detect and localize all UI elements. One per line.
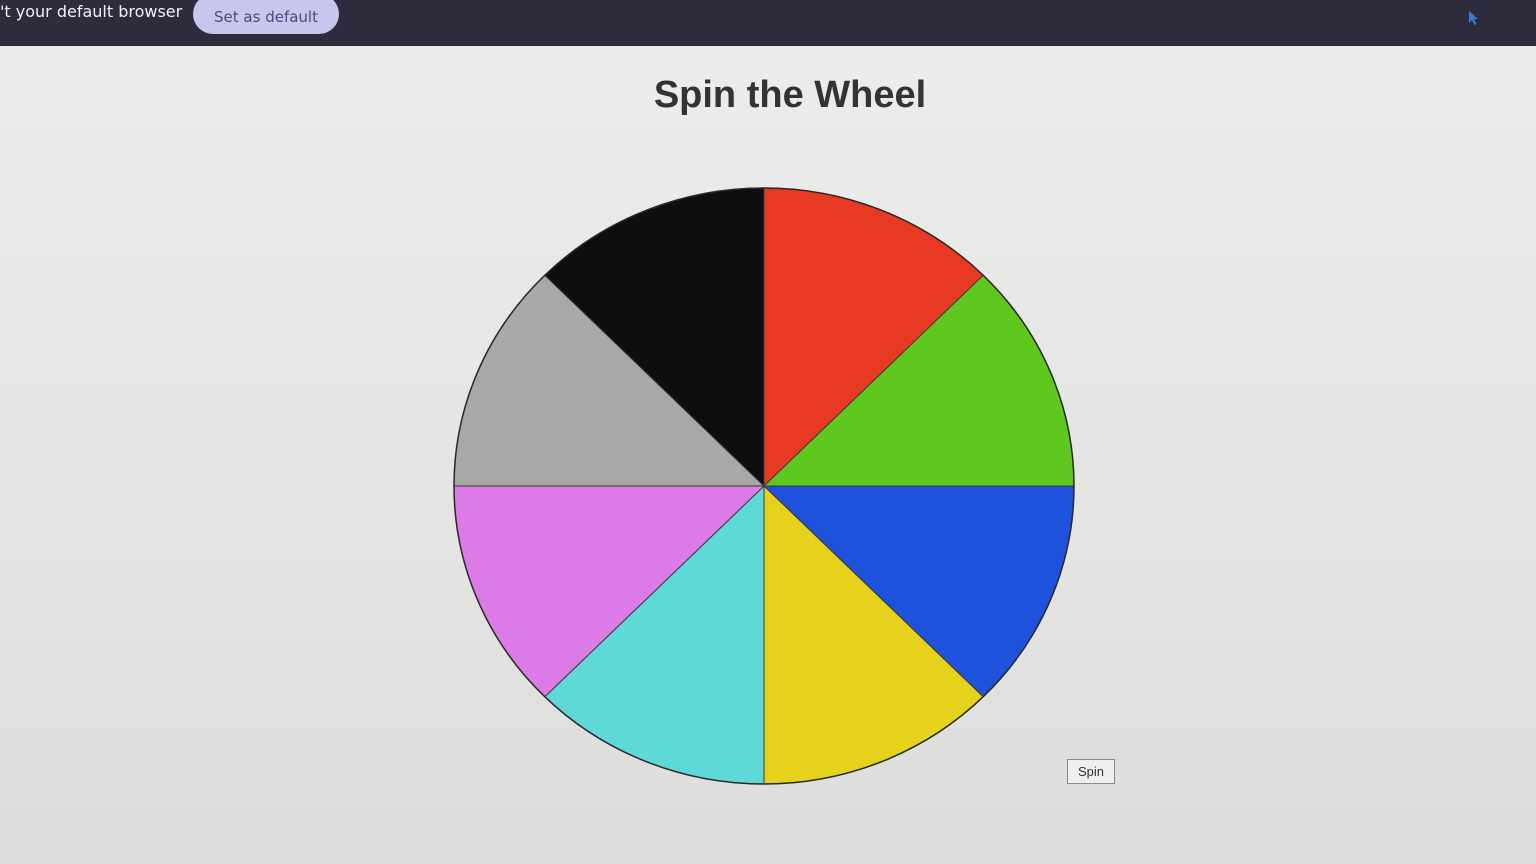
spin-button[interactable]: Spin bbox=[1067, 759, 1115, 784]
spin-wheel[interactable] bbox=[448, 170, 1076, 790]
infobar-message: 't your default browser bbox=[0, 2, 183, 21]
set-as-default-button[interactable]: Set as default bbox=[193, 0, 339, 34]
page-title: Spin the Wheel bbox=[653, 74, 927, 116]
default-browser-infobar: 't your default browser Set as default bbox=[0, 0, 1536, 46]
mouse-cursor-icon bbox=[1469, 11, 1478, 25]
